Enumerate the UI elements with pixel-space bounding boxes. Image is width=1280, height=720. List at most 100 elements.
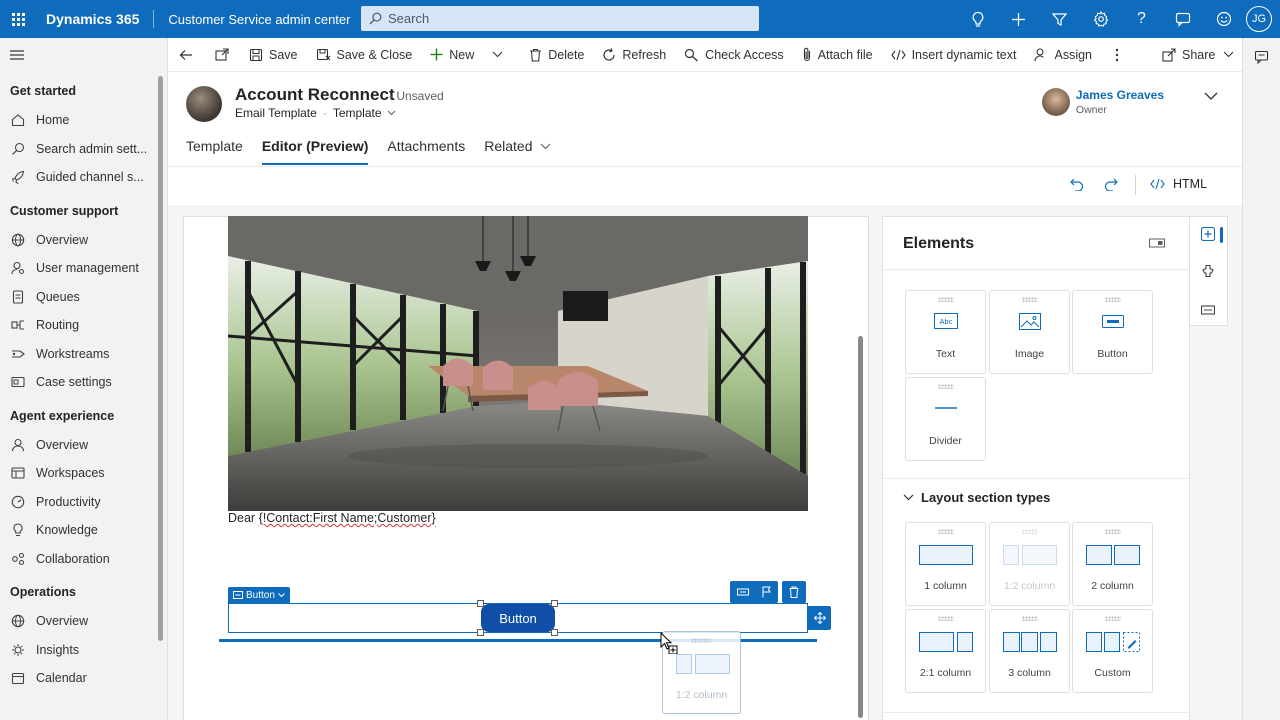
- styles-icon[interactable]: [1201, 264, 1215, 278]
- filter-icon[interactable]: [1039, 0, 1080, 38]
- element-tile-button[interactable]: Button: [1072, 290, 1153, 374]
- owner-name-link[interactable]: James Greaves: [1076, 88, 1164, 102]
- tab-template[interactable]: Template: [186, 132, 243, 167]
- panel-divider: [883, 269, 1189, 270]
- tile-label: 1:2 column: [1003, 580, 1056, 592]
- plus-icon[interactable]: [998, 0, 1039, 38]
- refresh-button[interactable]: Refresh: [593, 38, 675, 72]
- nav-item-guided-channel[interactable]: Guided channel s...: [0, 163, 167, 192]
- more-vertical-icon: [1115, 48, 1119, 61]
- properties-icon[interactable]: [1201, 304, 1215, 316]
- share-button[interactable]: Share: [1153, 38, 1243, 72]
- tab-editor-preview[interactable]: Editor (Preview): [261, 132, 368, 167]
- nav-item-collaboration[interactable]: Collaboration: [0, 545, 167, 574]
- tab-related[interactable]: Related: [484, 132, 550, 167]
- nav-item-workstreams[interactable]: Workstreams: [0, 340, 167, 369]
- dynamic-text-token[interactable]: {!Contact:First Name;Customer}: [259, 511, 436, 525]
- nav-item-queues[interactable]: Queues: [0, 283, 167, 312]
- home-icon: [10, 113, 26, 127]
- app-launcher-icon[interactable]: [0, 0, 36, 38]
- lightbulb-icon[interactable]: [957, 0, 998, 38]
- new-button[interactable]: New: [421, 38, 483, 72]
- user-avatar[interactable]: JG: [1246, 6, 1272, 32]
- help-icon[interactable]: ?: [1121, 0, 1162, 38]
- nav-item-routing[interactable]: Routing: [0, 311, 167, 340]
- smiley-icon[interactable]: [1203, 0, 1244, 38]
- resize-handle[interactable]: [551, 600, 558, 607]
- delete-button[interactable]: Delete: [520, 38, 593, 72]
- insert-dynamic-text-button[interactable]: Insert dynamic text: [882, 38, 1026, 72]
- layout-tile-custom[interactable]: Custom: [1072, 609, 1153, 693]
- nav-item-search-admin[interactable]: Search admin sett...: [0, 135, 167, 164]
- email-greeting-text[interactable]: Dear {!Contact:First Name;Customer}: [228, 511, 436, 525]
- nav-item-label: Workstreams: [36, 346, 110, 361]
- canvas-scrollbar[interactable]: [858, 336, 863, 718]
- drag-grip-icon: [1021, 616, 1038, 621]
- nav-item-ops-overview[interactable]: Overview: [0, 607, 167, 636]
- resize-handle[interactable]: [477, 629, 484, 636]
- collapse-panel-icon[interactable]: [1149, 237, 1165, 249]
- chevron-down-icon: [278, 592, 285, 597]
- layout-section-toggle[interactable]: Layout section types: [903, 490, 1050, 505]
- text-element-icon: Abc: [933, 313, 958, 329]
- html-label: HTML: [1173, 177, 1208, 191]
- email-cta-button[interactable]: Button: [481, 604, 555, 632]
- nav-item-cs-overview[interactable]: Overview: [0, 226, 167, 255]
- chat-icon[interactable]: [1162, 0, 1203, 38]
- layout-tile-2-column[interactable]: 2 column: [1072, 522, 1153, 606]
- element-tile-divider[interactable]: Divider: [905, 377, 986, 461]
- nav-item-productivity[interactable]: Productivity: [0, 488, 167, 517]
- nav-item-case-settings[interactable]: Case settings: [0, 368, 167, 397]
- back-button[interactable]: [168, 38, 204, 72]
- nav-item-workspaces[interactable]: Workspaces: [0, 459, 167, 488]
- html-view-button[interactable]: HTML: [1150, 177, 1207, 191]
- nav-item-knowledge[interactable]: Knowledge: [0, 516, 167, 545]
- app-name[interactable]: Dynamics 365: [46, 11, 139, 27]
- hamburger-icon[interactable]: [0, 38, 167, 72]
- save-label: Save: [269, 47, 298, 62]
- chat-icon[interactable]: [1254, 50, 1270, 68]
- assign-button[interactable]: Assign: [1025, 38, 1101, 72]
- check-access-button[interactable]: Check Access: [675, 38, 793, 72]
- nav-item-user-management[interactable]: User management: [0, 254, 167, 283]
- nav-item-label: Collaboration: [36, 551, 110, 566]
- nav-scrollbar[interactable]: [158, 76, 163, 641]
- nav-item-insights[interactable]: Insights: [0, 636, 167, 665]
- delete-block-button[interactable]: [782, 581, 806, 603]
- greeting-prefix: Dear: [228, 511, 259, 525]
- tab-attachments[interactable]: Attachments: [387, 132, 465, 167]
- nav-item-calendar[interactable]: Calendar: [0, 664, 167, 693]
- divider-element-icon: [934, 407, 957, 409]
- move-handle-icon[interactable]: [808, 606, 831, 630]
- nav-item-ae-overview[interactable]: Overview: [0, 431, 167, 460]
- more-commands-button[interactable]: [1101, 38, 1133, 72]
- new-dropdown-button[interactable]: [483, 38, 512, 72]
- email-hero-image[interactable]: [228, 216, 808, 511]
- resize-handle[interactable]: [477, 600, 484, 607]
- undo-icon[interactable]: [1070, 177, 1084, 191]
- redo-icon[interactable]: [1104, 177, 1118, 191]
- save-close-button[interactable]: Save & Close: [307, 38, 422, 72]
- gear-icon[interactable]: [1080, 0, 1121, 38]
- nav-item-home[interactable]: Home: [0, 106, 167, 135]
- style-block-button[interactable]: [730, 581, 778, 603]
- block-type-tag[interactable]: Button: [228, 587, 290, 603]
- chevron-down-icon[interactable]: [1204, 92, 1218, 100]
- case-icon: [10, 375, 26, 389]
- layout-tile-1-column[interactable]: 1 column: [905, 522, 986, 606]
- area-name[interactable]: Customer Service admin center: [168, 12, 350, 27]
- form-selector[interactable]: Template: [333, 106, 396, 120]
- resize-handle[interactable]: [551, 629, 558, 636]
- paperclip-icon: [803, 47, 810, 62]
- search-input[interactable]: Search: [361, 6, 759, 31]
- layout-tile-3-column[interactable]: 3 column: [989, 609, 1070, 693]
- layout-tile-1-2-column[interactable]: 1:2 column: [989, 522, 1070, 606]
- element-tile-image[interactable]: Image: [989, 290, 1070, 374]
- save-close-icon: [316, 48, 330, 60]
- attach-file-button[interactable]: Attach file: [793, 38, 882, 72]
- open-new-window-button[interactable]: [204, 38, 240, 72]
- element-tile-text[interactable]: Abc Text: [905, 290, 986, 374]
- layout-tile-2-1-column[interactable]: 2:1 column: [905, 609, 986, 693]
- save-button[interactable]: Save: [240, 38, 307, 72]
- add-elements-icon[interactable]: [1201, 227, 1215, 241]
